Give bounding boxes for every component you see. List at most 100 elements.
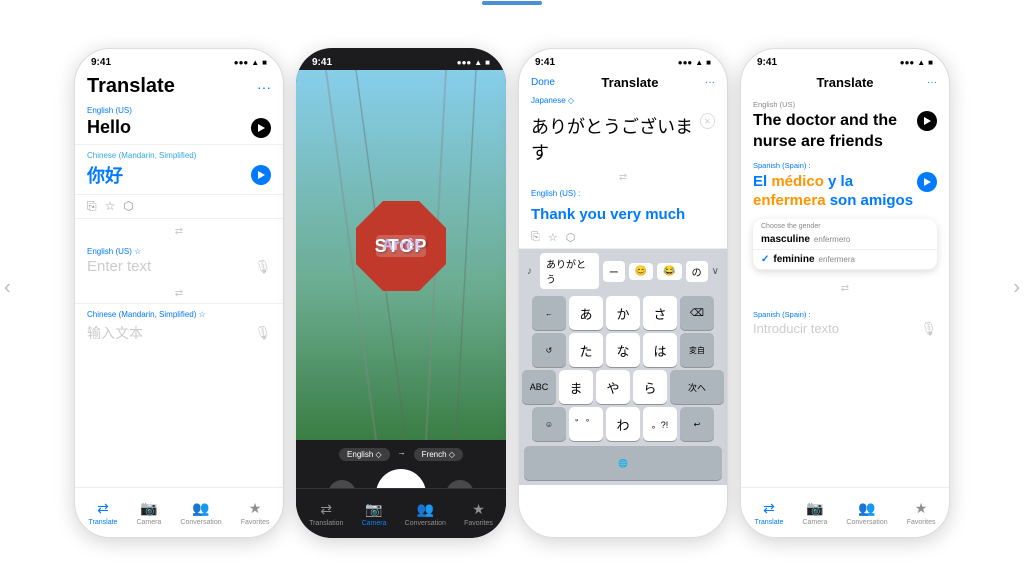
wifi-icon-2: ▲ <box>474 58 482 67</box>
translate-swap-icon[interactable]: ⇄ <box>175 226 183 237</box>
kb-undo-key[interactable]: ↺ <box>532 333 566 367</box>
stop-sign: STOP Arrêt <box>356 201 446 291</box>
kb-kanji-key[interactable]: 変自 <box>680 333 714 367</box>
star-icon[interactable]: ☆ <box>105 199 116 214</box>
phone1-header: Translate ··· <box>75 71 283 100</box>
phone3-menu-icon[interactable]: ··· <box>705 77 715 88</box>
suggest-word-1[interactable]: ありがとう <box>540 253 599 289</box>
phone1-nav-translate[interactable]: ⇄ Translate <box>89 500 118 526</box>
suggest-word-3[interactable]: 😊 <box>629 263 653 280</box>
translate-icon-3: ⇄ <box>619 172 627 183</box>
share-icon-3[interactable]: ⬡ <box>566 231 576 244</box>
suggest-word-5[interactable]: の <box>686 261 708 282</box>
phone1-target-lang: Chinese (Mandarin, Simplified) <box>87 151 271 160</box>
phone4-input-placeholder[interactable]: Introducir texto 🎙 <box>753 321 937 337</box>
arret-text: Arrêt <box>376 235 426 257</box>
battery-icon-2: ■ <box>485 58 490 67</box>
play-icon-blue <box>258 171 265 179</box>
phone2-nav-favorites[interactable]: ★ Favorites <box>464 501 493 527</box>
phone4-spanish-text: El médico y laenfermera son amigos <box>753 172 937 211</box>
nav-fav-label-4: Favorites <box>907 519 936 526</box>
kb-dakuten-key[interactable]: ゛゜ <box>569 407 603 441</box>
kb-ra-key[interactable]: ら <box>633 370 667 404</box>
kb-row-1: ← あ か さ ⌫ <box>522 296 724 330</box>
phone1-divider: ⇄ <box>75 219 283 241</box>
phone1-nav-conversation[interactable]: 👥 Conversation <box>180 500 221 526</box>
phone1-status-bar: 9:41 ●●● ▲ ■ <box>75 49 283 71</box>
kb-ha-key[interactable]: は <box>643 333 677 367</box>
kb-ta-key[interactable]: た <box>569 333 603 367</box>
chevron-down-icon[interactable]: ∨ <box>712 266 719 277</box>
phone1-nav-favorites[interactable]: ★ Favorites <box>241 500 270 526</box>
kb-delete-key[interactable]: ⌫ <box>680 296 714 330</box>
phone4-nav-camera[interactable]: 📷 Camera <box>802 500 827 526</box>
phone1-chinese-input[interactable]: 输入文本 🎙 <box>87 323 271 343</box>
phone3-header: Done Translate ··· <box>519 71 727 94</box>
play-icon-4b <box>924 178 931 186</box>
phone4-input-lang: Spanish (Spain) : <box>753 310 937 319</box>
phone1-chinese-input-section: Chinese (Mandarin, Simplified) ☆ 输入文本 🎙 <box>75 304 283 349</box>
camera-nav-icon: 📷 <box>140 500 157 517</box>
kb-sa-key[interactable]: さ <box>643 296 677 330</box>
kb-abc-key[interactable]: ABC <box>522 370 556 404</box>
kb-return-key[interactable]: ↩ <box>680 407 714 441</box>
phone2-nav-camera[interactable]: 📷 Camera <box>362 501 387 527</box>
share-icon[interactable]: ⬡ <box>123 199 133 214</box>
masculine-sub: enfermero <box>814 235 850 244</box>
source-lang-pill[interactable]: English ◇ <box>339 448 390 461</box>
kb-next-key[interactable]: 次へ <box>670 370 724 404</box>
camera-nav-icon-4: 📷 <box>806 500 823 517</box>
kb-back-key[interactable]: ← <box>532 296 566 330</box>
kb-wa-key[interactable]: わ <box>606 407 640 441</box>
play-icon-4 <box>924 117 931 125</box>
phone4-menu-icon[interactable]: ··· <box>927 77 937 88</box>
phone2-nav-translate[interactable]: ⇄ Translation <box>309 501 343 527</box>
convo-icon-4: 👥 <box>858 500 875 517</box>
gender-feminine-option[interactable]: ✓ feminine enfermera <box>753 250 937 270</box>
kb-ya-key[interactable]: や <box>596 370 630 404</box>
camera-nav-icon-2: 📷 <box>365 501 382 518</box>
phone1-play-button-blue[interactable] <box>251 165 271 185</box>
phone1-menu-icon[interactable]: ··· <box>257 79 271 95</box>
mic-icon-chinese[interactable]: 🎙 <box>254 325 271 341</box>
phone4-play-button-blue[interactable] <box>917 172 937 192</box>
kb-na-key[interactable]: な <box>606 333 640 367</box>
star-icon-3[interactable]: ☆ <box>548 231 558 244</box>
japanese-text-content[interactable]: ありがとうございます <box>531 113 700 165</box>
phone4-spanish-content: El médico y laenfermera son amigos <box>753 172 917 211</box>
kb-globe-key[interactable]: 🌐 <box>524 446 722 480</box>
kb-a-key[interactable]: あ <box>569 296 603 330</box>
kb-punct-key[interactable]: 。?! <box>643 407 677 441</box>
battery-icon: ■ <box>262 58 267 67</box>
phone1-play-button[interactable] <box>251 118 271 138</box>
phone4-nav-favorites[interactable]: ★ Favorites <box>907 500 936 526</box>
lang-pills: English ◇ → French ◇ <box>308 448 494 461</box>
gender-masculine-option[interactable]: masculine enfermero <box>753 230 937 250</box>
right-arrow[interactable]: › <box>1013 277 1020 300</box>
phone3-action-icons: ⎘ ☆ ⬡ <box>519 229 727 249</box>
mic-icon-4[interactable]: 🎙 <box>920 321 937 337</box>
kb-emoji-key[interactable]: ☺ <box>532 407 566 441</box>
phone3-target-lang: English (US) : <box>519 187 727 200</box>
left-arrow[interactable]: ‹ <box>4 277 11 300</box>
kb-ka-key[interactable]: か <box>606 296 640 330</box>
mic-icon-1[interactable]: 🎙 <box>254 259 271 275</box>
phone4-nav-translate[interactable]: ⇄ Translate <box>755 500 784 526</box>
done-button[interactable]: Done <box>531 77 555 88</box>
phone1-input-placeholder[interactable]: Enter text 🎙 <box>87 258 271 275</box>
clear-button[interactable]: ✕ <box>700 113 715 129</box>
spanish-part2: y la <box>824 173 853 190</box>
phone1-nav-camera[interactable]: 📷 Camera <box>136 500 161 526</box>
wifi-icon-4: ▲ <box>917 58 925 67</box>
phone4-play-button[interactable] <box>917 111 937 131</box>
phone2-nav-conversation[interactable]: 👥 Conversation <box>405 501 446 527</box>
target-lang-pill[interactable]: French ◇ <box>414 448 463 461</box>
copy-icon-3[interactable]: ⎘ <box>531 231 540 244</box>
suggest-word-4[interactable]: 😂 <box>657 263 681 280</box>
kb-ma-key[interactable]: ま <box>559 370 593 404</box>
copy-icon[interactable]: ⎘ <box>87 199 97 214</box>
phone4-nav-conversation[interactable]: 👥 Conversation <box>846 500 887 526</box>
suggest-word-2[interactable]: ー <box>603 261 625 282</box>
phone1-mid-divider: ⇄ <box>75 281 283 304</box>
fav-icon-2: ★ <box>472 501 485 518</box>
